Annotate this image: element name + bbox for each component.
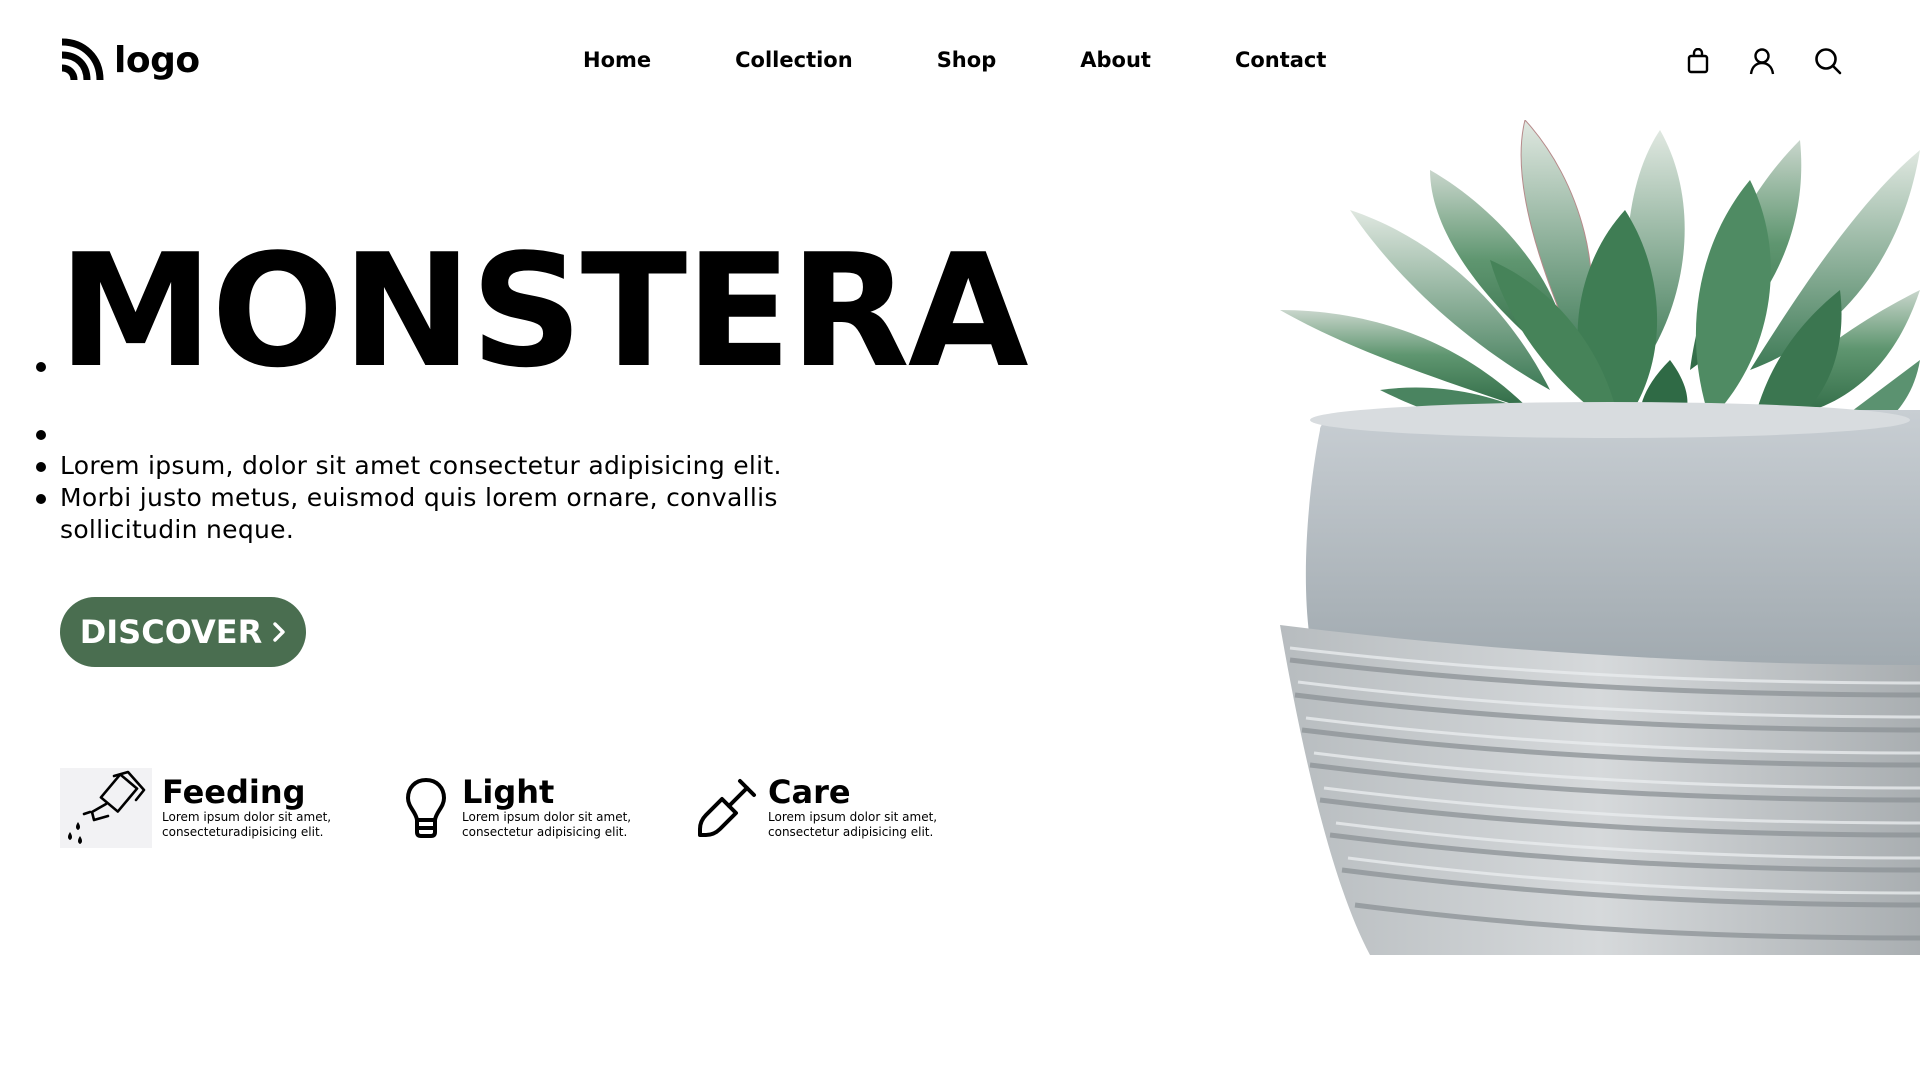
shovel-icon xyxy=(696,768,758,848)
nav-contact[interactable]: Contact xyxy=(1235,48,1327,72)
plant-image xyxy=(1280,120,1920,955)
list-bullet xyxy=(36,462,46,472)
nav-about[interactable]: About xyxy=(1080,48,1151,72)
hero-line-1: Lorem ipsum, dolor sit amet consectetur … xyxy=(60,451,782,480)
chevron-right-icon xyxy=(273,622,285,642)
main-nav: Home Collection Shop About Contact xyxy=(583,48,1326,72)
feature-desc: Lorem ipsum dolor sit amet, consectetur … xyxy=(462,810,632,839)
user-icon[interactable] xyxy=(1747,46,1777,76)
logo-icon xyxy=(61,38,104,81)
bag-icon[interactable] xyxy=(1683,46,1713,76)
nav-collection[interactable]: Collection xyxy=(735,48,853,72)
header-actions xyxy=(1683,46,1843,76)
lightbulb-icon xyxy=(400,768,452,848)
feature-title: Light xyxy=(462,773,555,811)
logo-text: logo xyxy=(114,39,200,81)
list-bullet xyxy=(36,430,46,440)
feature-desc: Lorem ipsum dolor sit amet, consectetur … xyxy=(768,810,938,839)
feature-feeding: Feeding Lorem ipsum dolor sit amet, cons… xyxy=(60,768,352,848)
feature-desc: Lorem ipsum dolor sit amet, consectetura… xyxy=(162,810,332,839)
list-bullet xyxy=(36,362,46,372)
discover-button[interactable]: DISCOVER xyxy=(60,597,306,667)
search-icon[interactable] xyxy=(1813,46,1843,76)
hero-description: Lorem ipsum, dolor sit amet consectetur … xyxy=(60,450,820,546)
logo-link[interactable]: logo xyxy=(60,38,200,82)
discover-label: DISCOVER xyxy=(79,613,263,651)
list-bullet xyxy=(36,494,46,504)
feature-title: Care xyxy=(768,773,851,811)
nav-shop[interactable]: Shop xyxy=(937,48,997,72)
page: logo Home Collection Shop About Contact xyxy=(0,0,1920,1080)
feature-care: Care Lorem ipsum dolor sit amet, consect… xyxy=(696,768,958,848)
nav-home[interactable]: Home xyxy=(583,48,651,72)
hero-title: MONSTERA xyxy=(58,220,1029,402)
feature-light: Light Lorem ipsum dolor sit amet, consec… xyxy=(400,768,652,848)
hero-line-2: Morbi justo metus, euismod quis lorem or… xyxy=(60,483,778,544)
watering-can-icon xyxy=(60,768,152,848)
feature-title: Feeding xyxy=(162,773,306,811)
